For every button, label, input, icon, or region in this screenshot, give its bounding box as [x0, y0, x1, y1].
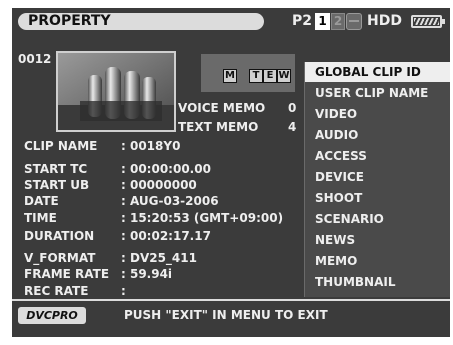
- menu-item-shoot[interactable]: SHOOT: [305, 188, 450, 208]
- field-label: DURATION: [24, 229, 95, 243]
- field-label: START TC: [24, 162, 88, 176]
- media-type-label: P2: [292, 13, 313, 29]
- warning-flag-w: W: [277, 69, 291, 83]
- hdd-icon: [346, 13, 362, 30]
- menu-item-user-clip-name[interactable]: USER CLIP NAME: [305, 83, 450, 103]
- field-label: V_FORMAT: [24, 251, 96, 265]
- field-value: : DV25_411: [121, 251, 197, 265]
- field-label: DATE: [24, 194, 59, 208]
- menu-item-access[interactable]: ACCESS: [305, 146, 450, 166]
- field-label: FRAME RATE: [24, 267, 110, 281]
- exit-instruction: PUSH "EXIT" IN MENU TO EXIT: [124, 308, 328, 322]
- card-slot-1-indicator: 1: [315, 13, 330, 30]
- clip-info-panel: 0012 M T E W VOICE MEMO 0 TEXT MEMO 4 CL…: [12, 35, 302, 298]
- field-value: : 0018Y0: [121, 139, 181, 153]
- text-memo-count: 4: [288, 120, 297, 134]
- clip-flag-box: M T E W: [201, 54, 295, 92]
- menu-item-news[interactable]: NEWS: [305, 230, 450, 250]
- field-value: : 00:00:00.00: [121, 162, 211, 176]
- property-menu: GLOBAL CLIP ID USER CLIP NAME VIDEO AUDI…: [304, 62, 450, 297]
- menu-item-thumbnail[interactable]: THUMBNAIL: [305, 272, 450, 292]
- clip-thumbnail: [56, 51, 176, 132]
- menu-item-audio[interactable]: AUDIO: [305, 125, 450, 145]
- field-value: : 15:20:53 (GMT+09:00): [121, 211, 284, 225]
- menu-item-global-clip-id[interactable]: GLOBAL CLIP ID: [305, 62, 450, 82]
- thumbnail-image: [58, 53, 174, 130]
- footer-bar: DVCPRO PUSH "EXIT" IN MENU TO EXIT: [12, 299, 450, 337]
- field-value: : 59.94i: [121, 267, 173, 281]
- field-value: : 00000000: [121, 178, 197, 192]
- field-label: REC RATE: [24, 284, 89, 298]
- voice-memo-count: 0: [288, 101, 297, 115]
- menu-item-scenario[interactable]: SCENARIO: [305, 209, 450, 229]
- marker-flag-m: M: [223, 69, 237, 83]
- camera-lcd-screen: PROPERTY P2 1 2 HDD 0012 M T E W VOICE M…: [12, 8, 450, 337]
- dvcpro-format-badge: DVCPRO: [18, 307, 86, 324]
- voice-memo-label: VOICE MEMO: [178, 101, 266, 115]
- field-label: CLIP NAME: [24, 139, 98, 153]
- clip-number: 0012: [18, 52, 52, 66]
- field-value: :: [121, 284, 126, 298]
- hdd-label: HDD: [367, 13, 402, 29]
- field-value: : 00:02:17.17: [121, 229, 211, 243]
- field-value: : AUG-03-2006: [121, 194, 219, 208]
- text-memo-label: TEXT MEMO: [178, 120, 259, 134]
- battery-icon: [411, 15, 445, 28]
- card-slot-2-indicator: 2: [331, 13, 345, 30]
- menu-item-video[interactable]: VIDEO: [305, 104, 450, 124]
- field-label: TIME: [24, 211, 57, 225]
- header-bar: PROPERTY P2 1 2 HDD: [12, 8, 450, 34]
- page-title: PROPERTY: [18, 13, 264, 30]
- field-label: START UB: [24, 178, 90, 192]
- menu-item-device[interactable]: DEVICE: [305, 167, 450, 187]
- menu-item-memo[interactable]: MEMO: [305, 251, 450, 271]
- text-memo-flag-t: T: [249, 69, 263, 83]
- edit-flag-e: E: [263, 69, 277, 83]
